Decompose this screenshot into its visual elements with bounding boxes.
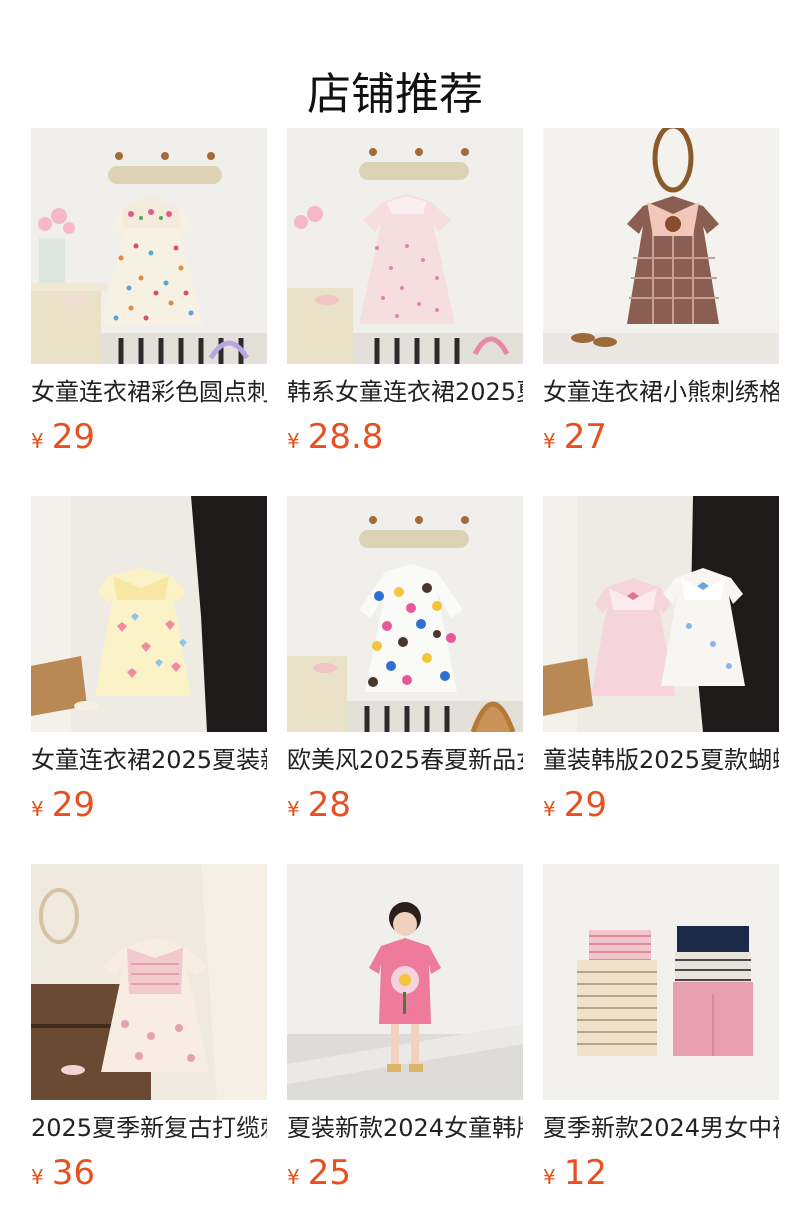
currency-symbol: ¥ (287, 429, 300, 453)
price-amount: 29 (563, 785, 607, 825)
product-name: 童装韩版2025夏款蝴蝶结 (543, 746, 779, 774)
product-image[interactable] (31, 128, 267, 364)
product-image[interactable] (31, 496, 267, 732)
product-name: 夏季新款2024男女中裤 (543, 1114, 779, 1142)
price-amount: 28 (307, 785, 351, 825)
product-card[interactable]: 童装韩版2025夏款蝴蝶结 ¥29 (543, 496, 779, 826)
product-price: ¥29 (31, 416, 95, 458)
price-amount: 29 (51, 417, 95, 457)
product-price: ¥28 (287, 784, 351, 826)
product-image[interactable] (287, 864, 523, 1100)
product-card[interactable]: 2025夏季新复古打缆刺绣 ¥36 (31, 864, 267, 1194)
currency-symbol: ¥ (287, 797, 300, 821)
price-amount: 29 (51, 785, 95, 825)
product-image[interactable] (287, 128, 523, 364)
section-title: 店铺推荐 (307, 69, 483, 121)
product-card[interactable]: 女童连衣裙2025夏装新款 ¥29 (31, 496, 267, 826)
currency-symbol: ¥ (543, 797, 556, 821)
currency-symbol: ¥ (543, 1165, 556, 1189)
product-name: 2025夏季新复古打缆刺绣 (31, 1114, 267, 1142)
product-image[interactable] (543, 128, 779, 364)
product-name: 女童连衣裙2025夏装新款 (31, 746, 267, 774)
product-image[interactable] (543, 496, 779, 732)
product-image[interactable] (543, 864, 779, 1100)
product-name: 女童连衣裙彩色圆点刺绣 (31, 378, 267, 406)
product-card[interactable]: 夏装新款2024女童韩版 ¥25 (287, 864, 523, 1194)
product-price: ¥36 (31, 1152, 95, 1194)
product-name: 欧美风2025春夏新品女童 (287, 746, 523, 774)
product-name: 夏装新款2024女童韩版 (287, 1114, 523, 1142)
currency-symbol: ¥ (543, 429, 556, 453)
product-grid: 女童连衣裙彩色圆点刺绣 ¥29 韩系女童连衣裙2025夏 (31, 128, 779, 1208)
price-amount: 27 (563, 417, 607, 457)
product-card[interactable]: 女童连衣裙彩色圆点刺绣 ¥29 (31, 128, 267, 458)
currency-symbol: ¥ (287, 1165, 300, 1189)
product-image[interactable] (31, 864, 267, 1100)
product-name: 女童连衣裙小熊刺绣格子 (543, 378, 779, 406)
currency-symbol: ¥ (31, 1165, 44, 1189)
price-amount: 36 (51, 1153, 95, 1193)
product-price: ¥28.8 (287, 416, 383, 458)
product-card[interactable]: 女童连衣裙小熊刺绣格子 ¥27 (543, 128, 779, 458)
product-card[interactable]: 欧美风2025春夏新品女童 ¥28 (287, 496, 523, 826)
currency-symbol: ¥ (31, 429, 44, 453)
price-amount: 12 (563, 1153, 607, 1193)
product-card[interactable]: 韩系女童连衣裙2025夏 ¥28.8 (287, 128, 523, 458)
product-price: ¥27 (543, 416, 607, 458)
product-price: ¥29 (31, 784, 95, 826)
price-amount: 25 (307, 1153, 351, 1193)
product-price: ¥12 (543, 1152, 607, 1194)
price-amount: 28.8 (307, 417, 384, 457)
product-price: ¥25 (287, 1152, 351, 1194)
product-price: ¥29 (543, 784, 607, 826)
product-name: 韩系女童连衣裙2025夏 (287, 378, 523, 406)
product-card[interactable]: 夏季新款2024男女中裤 ¥12 (543, 864, 779, 1194)
product-image[interactable] (287, 496, 523, 732)
currency-symbol: ¥ (31, 797, 44, 821)
